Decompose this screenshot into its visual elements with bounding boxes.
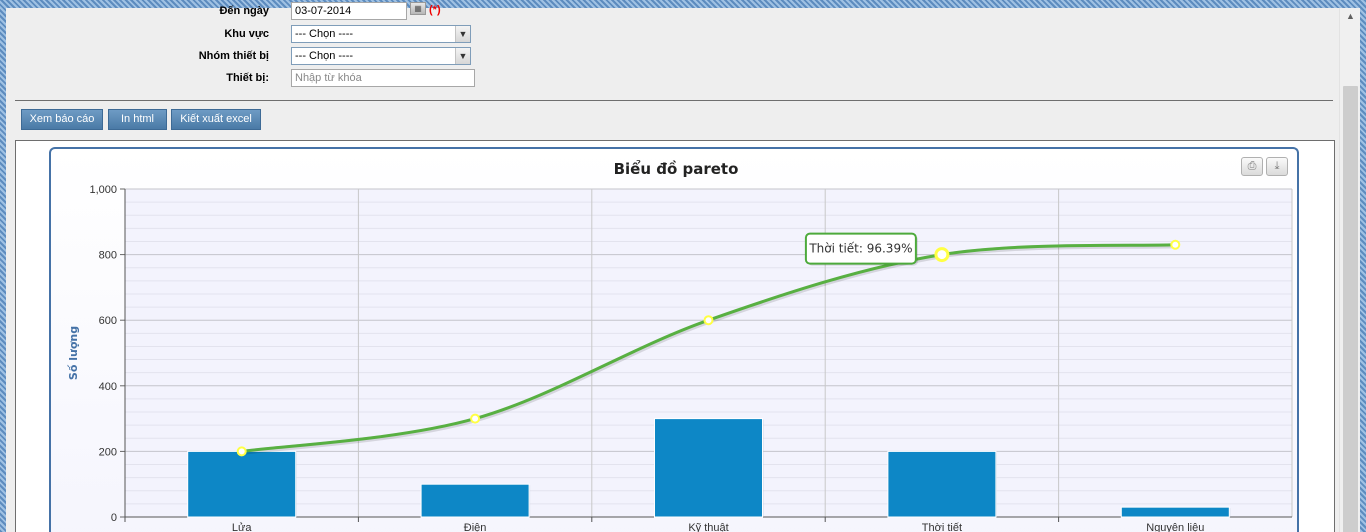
device-search-input[interactable]: Nhập từ khóa (291, 69, 475, 87)
device-row: Thiết bị: Nhập từ khóa (6, 68, 606, 88)
chart-title: Biểu đồ pareto (614, 159, 739, 178)
download-icon[interactable]: ⤓ (1266, 157, 1288, 176)
vertical-scrollbar[interactable]: ▲ (1339, 8, 1360, 532)
print-icon[interactable]: ⎙ (1241, 157, 1263, 176)
line-point-3 (934, 247, 950, 263)
x-tick-label-2: Kỹ thuật (688, 522, 728, 532)
y-tick-label: 200 (99, 446, 117, 458)
tooltip-text: Thời tiết: 96.39% (808, 242, 912, 256)
x-tick-label-0: Lửa (232, 522, 252, 532)
region-label: Khu vực (224, 28, 269, 40)
to-date-row: Đến ngày 03-07-2014 ▦ (*) (6, 1, 606, 21)
x-tick-label-3: Thời tiết (922, 522, 962, 532)
pareto-chart: 0 200 400 600 800 1,000 Lửa Điện Kỹ thuật Thời ti… (49, 147, 1299, 532)
export-excel-button[interactable]: Kiết xuất excel (171, 109, 261, 130)
report-area: 0 200 400 600 800 1,000 Lửa Điện Kỹ thuật Thời ti… (15, 140, 1335, 532)
chevron-down-icon[interactable]: ▼ (455, 26, 470, 42)
print-html-button[interactable]: In html (108, 109, 167, 130)
y-tick-label: 800 (99, 250, 117, 262)
device-group-select-value: --- Chọn ---- (295, 50, 354, 62)
bar-1 (420, 483, 530, 518)
device-group-select[interactable]: --- Chọn ---- ▼ (291, 47, 471, 65)
bar-3 (887, 450, 997, 518)
region-select-value: --- Chọn ---- (295, 28, 354, 40)
to-date-input[interactable]: 03-07-2014 (291, 2, 407, 20)
y-tick-label: 600 (99, 315, 117, 327)
device-label: Thiết bị: (226, 72, 269, 84)
calendar-icon[interactable]: ▦ (410, 2, 426, 15)
scroll-up-icon[interactable]: ▲ (1340, 11, 1361, 21)
form-divider (15, 100, 1333, 101)
device-group-label: Nhóm thiết bị (198, 50, 269, 62)
y-tick-label: 0 (111, 512, 117, 524)
device-group-row: Nhóm thiết bị --- Chọn ---- ▼ (6, 46, 606, 66)
line-point-0 (236, 446, 247, 457)
bar-4 (1120, 506, 1230, 518)
region-row: Khu vực --- Chọn ---- ▼ (6, 24, 606, 44)
region-select[interactable]: --- Chọn ---- ▼ (291, 25, 471, 43)
line-point-2 (703, 315, 714, 326)
y-axis-title: Số lượng (67, 326, 80, 380)
chevron-down-icon[interactable]: ▼ (455, 48, 470, 64)
bar-0 (187, 450, 297, 518)
bar-2 (654, 418, 763, 518)
chart-svg: 0 200 400 600 800 1,000 Lửa Điện Kỹ thuật Thời ti… (67, 159, 1293, 532)
to-date-label: Đến ngày (219, 5, 269, 17)
view-report-button[interactable]: Xem báo cáo (21, 109, 103, 130)
required-marker: (*) (429, 4, 441, 16)
line-point-4 (1170, 239, 1181, 250)
scrollbar-thumb[interactable] (1343, 86, 1358, 532)
line-point-1 (470, 413, 481, 424)
x-tick-label-1: Điện (464, 522, 487, 532)
y-tick-label: 1,000 (89, 184, 117, 196)
y-tick-label: 400 (99, 381, 117, 393)
report-frame: Đến ngày 03-07-2014 ▦ (*) Khu vực --- Ch… (6, 2, 1360, 532)
x-tick-label-4: Nguyên liệu (1146, 522, 1204, 532)
